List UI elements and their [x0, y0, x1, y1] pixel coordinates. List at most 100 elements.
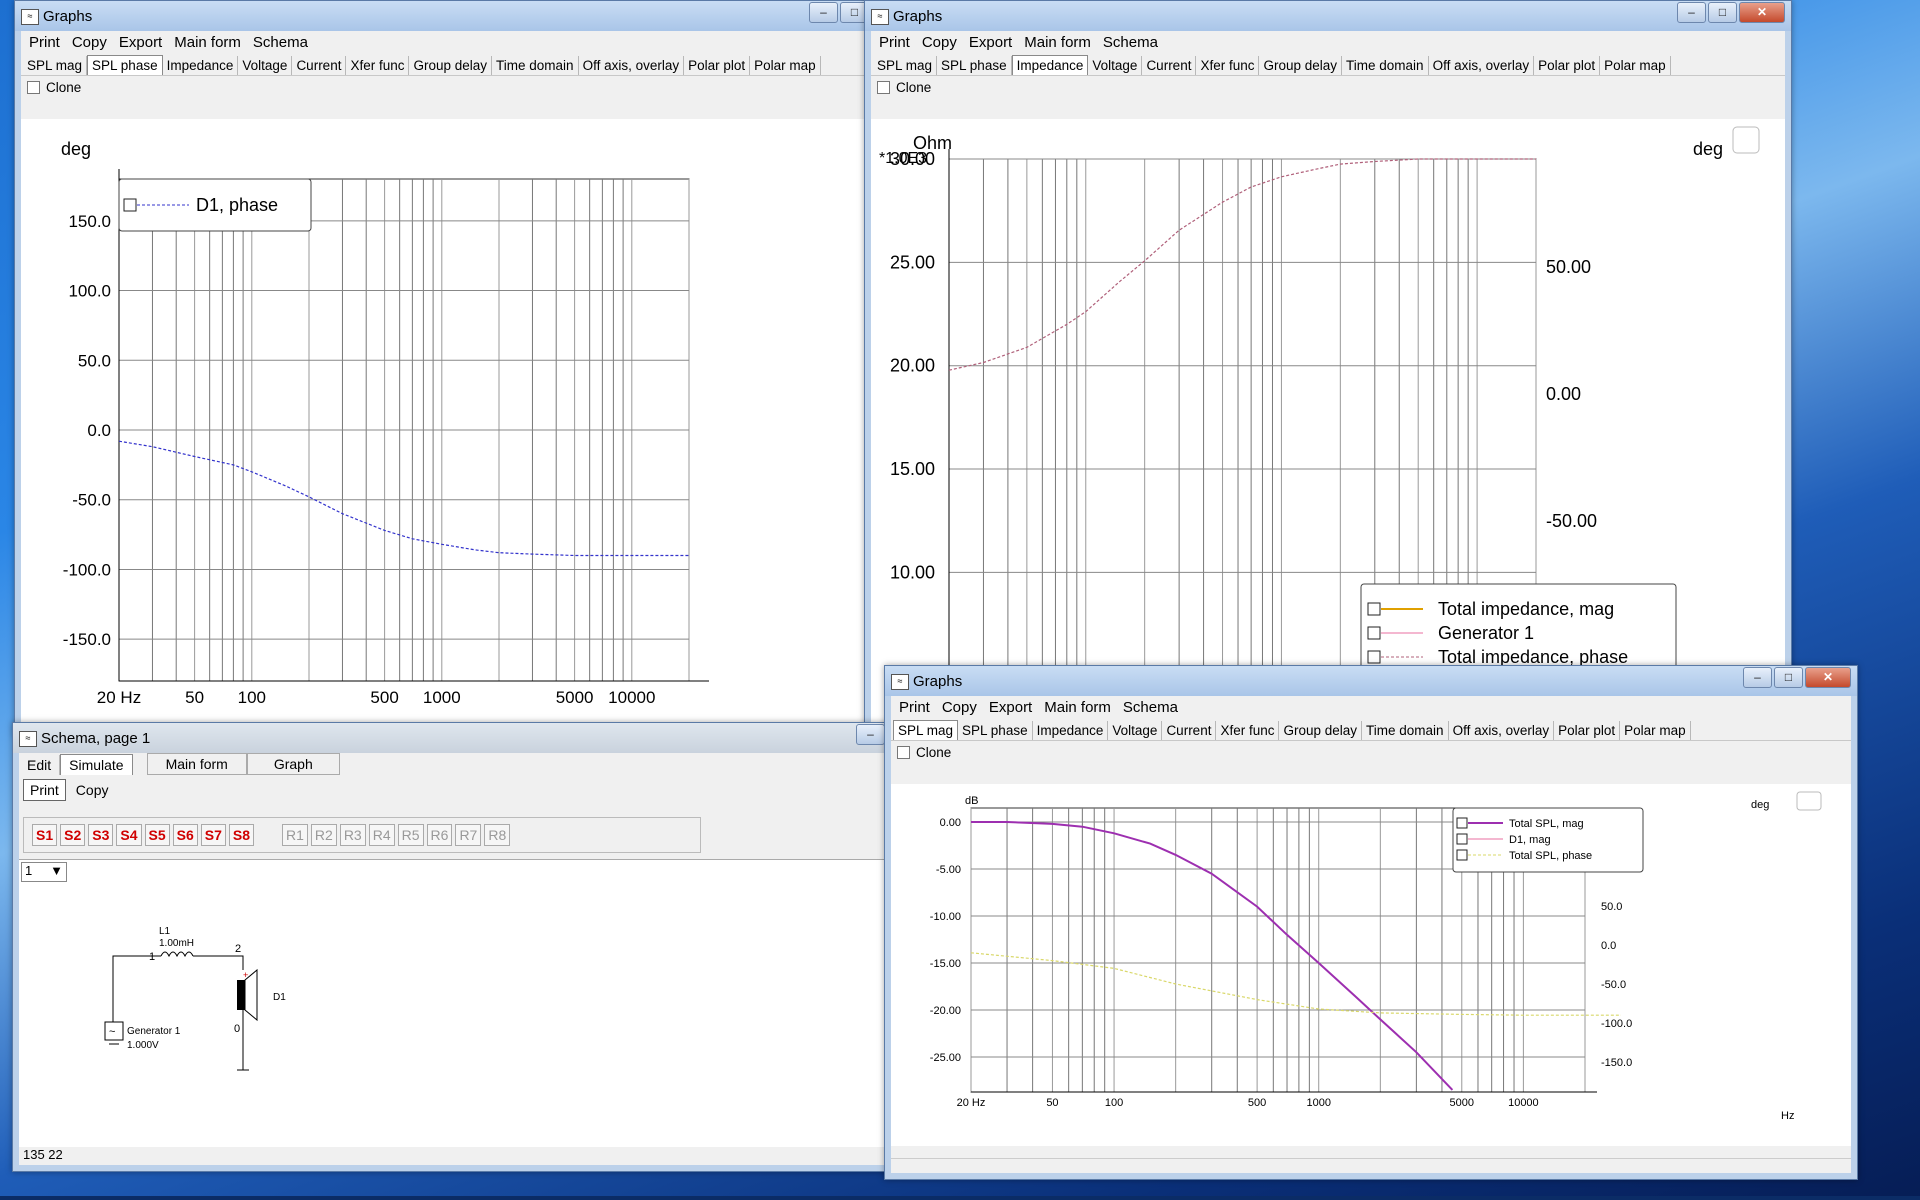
menu-export[interactable]: Export	[113, 34, 168, 51]
tab-spl-phase[interactable]: SPL phase	[937, 56, 1012, 75]
minimize-button[interactable]: –	[856, 724, 885, 745]
tab-polar-plot[interactable]: Polar plot	[1534, 56, 1601, 75]
switch-button-r4[interactable]: R4	[368, 824, 395, 846]
menu-schema[interactable]: Schema	[1097, 34, 1164, 51]
switch-button-r7[interactable]: R7	[455, 824, 482, 846]
switch-button-s6[interactable]: S6	[172, 824, 198, 846]
tab-xfer-func[interactable]: Xfer func	[1196, 56, 1260, 75]
switch-button-s1[interactable]: S1	[32, 824, 58, 846]
clone-checkbox-row[interactable]: Clone	[21, 76, 869, 98]
tab-polar-map[interactable]: Polar map	[1600, 56, 1671, 75]
legend-checkbox[interactable]	[1456, 833, 1468, 845]
title-bar[interactable]: ≈ Schema, page 1 –	[13, 723, 891, 753]
title-bar[interactable]: ≈ Graphs – □ ✕	[885, 666, 1857, 696]
speaker-d1[interactable]	[237, 980, 245, 1010]
clone-checkbox-row[interactable]: Clone	[871, 76, 1785, 98]
maximize-button[interactable]: □	[1774, 667, 1803, 688]
tab-impedance[interactable]: Impedance	[163, 56, 239, 75]
menu-main-form[interactable]: Main form	[1038, 699, 1117, 716]
tab-group-delay[interactable]: Group delay	[409, 56, 493, 75]
maximize-button[interactable]: □	[1708, 2, 1737, 23]
tab-polar-plot[interactable]: Polar plot	[684, 56, 751, 75]
tab-spl-mag[interactable]: SPL mag	[893, 720, 959, 740]
switch-button-r6[interactable]: R6	[426, 824, 453, 846]
print-button[interactable]: Print	[23, 779, 66, 801]
switch-button-r5[interactable]: R5	[397, 824, 424, 846]
menu-export[interactable]: Export	[963, 34, 1018, 51]
minimize-button[interactable]: –	[1743, 667, 1772, 688]
minimize-button[interactable]: –	[1677, 2, 1706, 23]
legend-checkbox[interactable]	[1456, 849, 1468, 861]
tab-off-axis-overlay[interactable]: Off axis, overlay	[1449, 721, 1555, 740]
tab-off-axis-overlay[interactable]: Off axis, overlay	[579, 56, 685, 75]
tab-main-form[interactable]: Main form	[146, 753, 247, 775]
switch-button-r2[interactable]: R2	[310, 824, 337, 846]
tab-spl-phase[interactable]: SPL phase	[87, 55, 163, 75]
title-bar[interactable]: ≈ Graphs – □	[15, 1, 875, 31]
tab-impedance[interactable]: Impedance	[1011, 55, 1089, 75]
tab-group-delay[interactable]: Group delay	[1279, 721, 1363, 740]
switch-button-s7[interactable]: S7	[200, 824, 226, 846]
menu-print[interactable]: Print	[893, 699, 936, 716]
tab-xfer-func[interactable]: Xfer func	[1216, 721, 1280, 740]
menu-copy[interactable]: Copy	[936, 699, 983, 716]
tab-impedance[interactable]: Impedance	[1033, 721, 1109, 740]
switch-button-s4[interactable]: S4	[116, 824, 142, 846]
copy-button[interactable]: Copy	[70, 780, 115, 800]
menu-main-form[interactable]: Main form	[1018, 34, 1097, 51]
legend-checkbox[interactable]	[1456, 817, 1468, 829]
tab-off-axis-overlay[interactable]: Off axis, overlay	[1429, 56, 1535, 75]
tab-spl-phase[interactable]: SPL phase	[958, 721, 1033, 740]
switch-button-s3[interactable]: S3	[88, 824, 114, 846]
clone-checkbox-row[interactable]: Clone	[891, 741, 1851, 763]
options-button[interactable]	[1732, 126, 1760, 154]
legend-checkbox[interactable]	[1367, 626, 1381, 640]
menu-main-form[interactable]: Main form	[168, 34, 247, 51]
legend-checkbox[interactable]	[1367, 650, 1381, 664]
menu-schema[interactable]: Schema	[247, 34, 314, 51]
tab-voltage[interactable]: Voltage	[238, 56, 293, 75]
tab-polar-map[interactable]: Polar map	[750, 56, 821, 75]
switch-button-r3[interactable]: R3	[339, 824, 366, 846]
minimize-button[interactable]: –	[809, 2, 838, 23]
tab-time-domain[interactable]: Time domain	[1362, 721, 1449, 740]
tab-voltage[interactable]: Voltage	[1088, 56, 1143, 75]
tab-xfer-func[interactable]: Xfer func	[346, 56, 410, 75]
tab-simulate[interactable]: Simulate	[60, 754, 133, 775]
switch-button-s8[interactable]: S8	[228, 824, 254, 846]
tab-polar-plot[interactable]: Polar plot	[1554, 721, 1621, 740]
legend-checkbox[interactable]	[123, 198, 137, 212]
tab-edit[interactable]: Edit	[19, 755, 61, 775]
options-button[interactable]	[1796, 791, 1822, 811]
close-button[interactable]: ✕	[1805, 667, 1851, 688]
menu-export[interactable]: Export	[983, 699, 1038, 716]
menu-copy[interactable]: Copy	[916, 34, 963, 51]
menu-print[interactable]: Print	[23, 34, 66, 51]
clone-checkbox[interactable]	[877, 80, 890, 94]
switch-button-r8[interactable]: R8	[484, 824, 511, 846]
page-select[interactable]: 1 ▼	[21, 862, 67, 882]
title-bar[interactable]: ≈ Graphs – □ ✕	[865, 1, 1791, 31]
close-button[interactable]: ✕	[1739, 2, 1785, 23]
menu-print[interactable]: Print	[873, 34, 916, 51]
menu-schema[interactable]: Schema	[1117, 699, 1184, 716]
switch-button-r1[interactable]: R1	[282, 824, 308, 846]
tab-current[interactable]: Current	[1142, 56, 1197, 75]
switch-button-s2[interactable]: S2	[60, 824, 86, 846]
menu-copy[interactable]: Copy	[66, 34, 113, 51]
tab-graph[interactable]: Graph	[246, 753, 340, 775]
tab-spl-mag[interactable]: SPL mag	[873, 56, 938, 75]
tab-time-domain[interactable]: Time domain	[1342, 56, 1429, 75]
switch-button-s5[interactable]: S5	[144, 824, 170, 846]
clone-checkbox[interactable]	[897, 745, 910, 759]
tab-spl-mag[interactable]: SPL mag	[23, 56, 88, 75]
legend-checkbox[interactable]	[1367, 602, 1381, 616]
inductor-l1[interactable]	[160, 951, 194, 958]
tab-polar-map[interactable]: Polar map	[1620, 721, 1691, 740]
tab-current[interactable]: Current	[292, 56, 347, 75]
tab-voltage[interactable]: Voltage	[1108, 721, 1163, 740]
tab-group-delay[interactable]: Group delay	[1259, 56, 1343, 75]
tab-current[interactable]: Current	[1162, 721, 1217, 740]
tab-time-domain[interactable]: Time domain	[492, 56, 579, 75]
clone-checkbox[interactable]	[27, 80, 40, 94]
